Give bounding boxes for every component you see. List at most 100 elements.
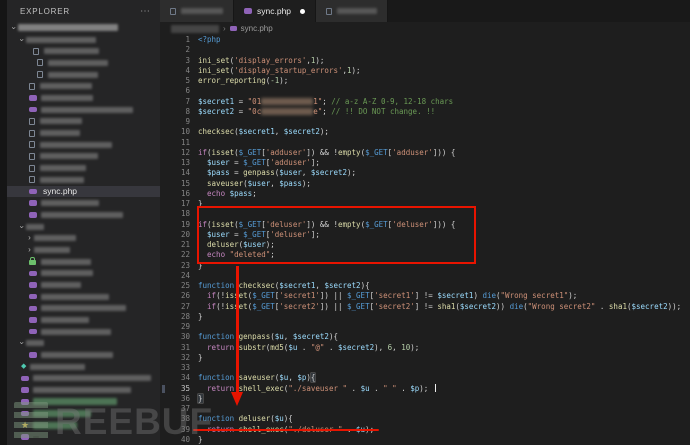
breadcrumb-folder-redacted[interactable] xyxy=(171,24,219,33)
sidebar-item-redacted[interactable]: › xyxy=(7,232,160,244)
modified-dot-icon[interactable] xyxy=(300,8,306,14)
code-line-19[interactable]: 19 if(isset($_GET['deluser']) && !empty($… xyxy=(160,220,690,230)
code-line-36[interactable]: 36} xyxy=(160,393,690,404)
redacted-file-name xyxy=(41,352,113,359)
code-line-22[interactable]: 22 echo "deleted"; xyxy=(160,250,690,260)
explorer-actions-icon[interactable]: ⋯ xyxy=(140,6,151,17)
sidebar-item-redacted[interactable] xyxy=(7,279,160,291)
sidebar-item-redacted[interactable] xyxy=(7,162,160,174)
code-line-40[interactable]: 40} xyxy=(160,435,690,445)
code-line-15[interactable]: 15 saveuser($user, $pass); xyxy=(160,179,690,189)
code-line-31[interactable]: 31 return substr(md5($u . "@" . $secret2… xyxy=(160,343,690,353)
sidebar-item-redacted[interactable] xyxy=(7,209,160,221)
code-line-14[interactable]: 14 $pass = genpass($user, $secret2); xyxy=(160,168,690,178)
code-line-34[interactable]: 34 function saveuser($u, $p){ xyxy=(160,373,690,383)
code-line-1[interactable]: 1 <?php xyxy=(160,35,690,45)
sidebar-item-redacted[interactable]: ◆ xyxy=(7,361,160,373)
code-text: } xyxy=(198,353,203,363)
code-line-25[interactable]: 25 function checksec($secret1, $secret2){ xyxy=(160,281,690,291)
sidebar-item-redacted[interactable]: › xyxy=(7,34,160,46)
code-line-8[interactable]: 8 $secret2 = "0c e"; // !! DO NOT change. … xyxy=(160,107,690,117)
breadcrumb-file[interactable]: sync.php xyxy=(241,24,273,33)
code-line-38[interactable]: 38 function deluser($u){ xyxy=(160,414,690,424)
sidebar-item-redacted[interactable] xyxy=(7,57,160,69)
sidebar-item-redacted[interactable]: › xyxy=(7,221,160,233)
sidebar-item-redacted[interactable] xyxy=(7,69,160,81)
sidebar-item-sync.php[interactable]: sync.php xyxy=(7,185,160,198)
code-line-24[interactable]: 24 xyxy=(160,271,690,281)
sidebar-item-redacted[interactable] xyxy=(7,384,160,396)
code-line-16[interactable]: 16 echo $pass; xyxy=(160,189,690,199)
token: ); xyxy=(265,240,275,249)
star-icon: ★ xyxy=(21,419,30,430)
code-line-32[interactable]: 32} xyxy=(160,353,690,363)
tab-redacted[interactable] xyxy=(316,0,389,22)
code-line-27[interactable]: 27 if(!isset($_GET['secret2']) || $_GET[… xyxy=(160,302,690,312)
sidebar-item-redacted[interactable] xyxy=(7,267,160,279)
sidebar-item-redacted[interactable] xyxy=(7,431,160,443)
sidebar-item-redacted[interactable] xyxy=(7,127,160,139)
sidebar-item-redacted[interactable] xyxy=(7,326,160,338)
code-line-11[interactable]: 11 xyxy=(160,138,690,148)
code-text: } xyxy=(198,199,203,209)
tab-redacted[interactable] xyxy=(160,0,234,22)
code-line-39[interactable]: 39 return shell_exec("./deluser " . $u); xyxy=(160,425,690,435)
code-line-6[interactable]: 6 xyxy=(160,86,690,96)
code-line-20[interactable]: 20 $user = $_GET['deluser']; xyxy=(160,230,690,240)
sidebar-item-redacted[interactable]: › xyxy=(7,244,160,256)
tab-sync.php[interactable]: sync.php xyxy=(234,0,317,22)
sidebar-item-redacted[interactable] xyxy=(7,291,160,303)
sidebar-item-redacted[interactable] xyxy=(7,349,160,361)
code-line-13[interactable]: 13 $user = $_GET['adduser']; xyxy=(160,158,690,168)
token: 'deluser' xyxy=(265,219,307,229)
code-line-28[interactable]: 28} xyxy=(160,312,690,322)
sidebar-item-redacted[interactable] xyxy=(7,116,160,128)
sidebar-item-redacted[interactable] xyxy=(7,314,160,326)
sidebar-item-redacted[interactable] xyxy=(7,45,160,57)
token: genpass xyxy=(243,168,275,178)
sidebar-item-redacted[interactable] xyxy=(7,408,160,420)
sidebar-item-redacted[interactable] xyxy=(7,396,160,408)
code-line-10[interactable]: 10 checksec($secret1, $secret2); xyxy=(160,127,690,137)
code-line-21[interactable]: 21 deluser($user); xyxy=(160,240,690,250)
token: empty xyxy=(337,219,361,229)
code-line-17[interactable]: 17} xyxy=(160,199,690,209)
code-line-3[interactable]: 3 ini_set('display_errors',1); xyxy=(160,56,690,66)
code-text: return substr(md5($u . "@" . $secret2), … xyxy=(198,343,419,353)
token: return xyxy=(207,424,235,434)
sidebar-item-redacted[interactable] xyxy=(7,139,160,151)
sidebar-item-redacted[interactable] xyxy=(7,373,160,385)
sidebar-item-redacted[interactable] xyxy=(7,104,160,116)
sidebar-item-redacted[interactable] xyxy=(7,80,160,92)
code-line-2[interactable]: 2 xyxy=(160,45,690,55)
sidebar-item-redacted[interactable] xyxy=(7,197,160,209)
code-line-12[interactable]: 12 if(isset($_GET['adduser']) && !empty($… xyxy=(160,148,690,158)
code-line-5[interactable]: 5 error_reporting(-1); xyxy=(160,76,690,86)
sidebar-item-redacted[interactable]: › xyxy=(7,22,160,34)
token: ]) || xyxy=(319,291,348,301)
line-number: 11 xyxy=(180,137,190,147)
code-line-30[interactable]: 30 function genpass($u, $secret2){ xyxy=(160,332,690,342)
file-icon xyxy=(37,59,43,67)
token: checksec xyxy=(238,281,275,290)
code-line-4[interactable]: 4 ini_set('display_startup_errors',1); xyxy=(160,66,690,76)
sidebar-item-redacted[interactable] xyxy=(7,256,160,268)
code-line-9[interactable]: 9 xyxy=(160,117,690,127)
sidebar-item-redacted[interactable] xyxy=(7,92,160,104)
code-line-23[interactable]: 23} xyxy=(160,261,690,271)
code-line-33[interactable]: 33 xyxy=(160,363,690,373)
code-line-29[interactable]: 29 xyxy=(160,322,690,332)
sidebar-item-redacted[interactable]: › xyxy=(7,338,160,350)
sidebar-item-redacted[interactable] xyxy=(7,174,160,186)
code-line-35[interactable]: 35 return shell_exec("./saveuser " . $u … xyxy=(160,383,690,394)
token: } xyxy=(198,311,203,321)
line-number: 16 xyxy=(180,188,190,198)
sidebar-item-redacted[interactable] xyxy=(7,303,160,315)
code-line-7[interactable]: 7 $secret1 = "01 1"; // a-z A-Z 0-9, 12-18… xyxy=(160,97,690,107)
code-line-18[interactable]: 18 xyxy=(160,209,690,219)
code-line-37[interactable]: 37 xyxy=(160,404,690,414)
sidebar-item-redacted[interactable]: ★ xyxy=(7,419,160,431)
sidebar-item-redacted[interactable] xyxy=(7,151,160,163)
php-icon xyxy=(21,434,29,440)
code-line-26[interactable]: 26 if(!isset($_GET['secret1']) || $_GET[… xyxy=(160,291,690,301)
